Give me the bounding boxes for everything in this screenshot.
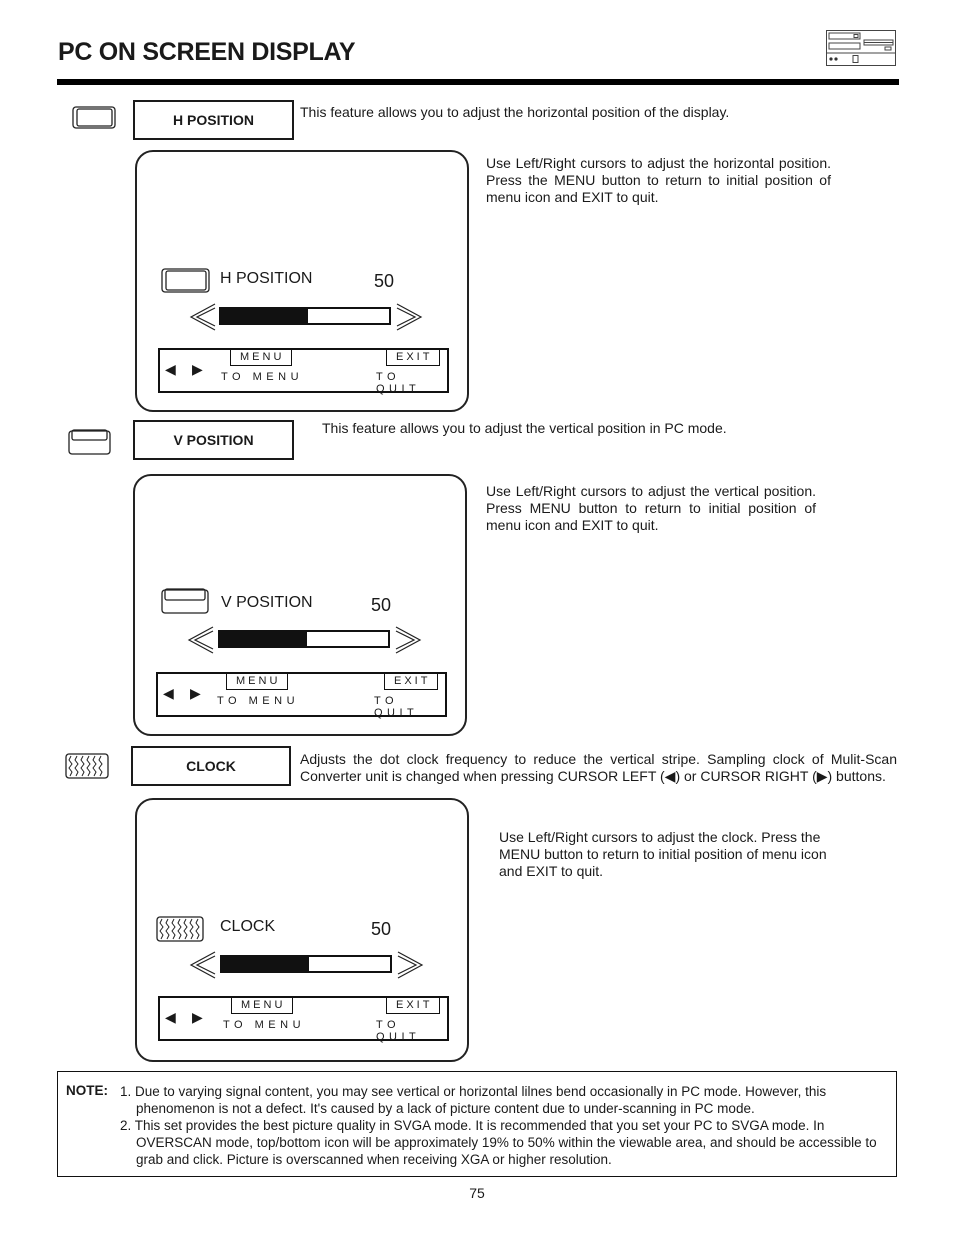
exit-hint: TO QUIT	[376, 371, 421, 395]
clock-icon	[156, 916, 204, 942]
v-position-icon	[68, 429, 111, 455]
page-number: 75	[469, 1185, 485, 1201]
note-box: NOTE: 1. Due to varying signal content, …	[57, 1071, 897, 1177]
tv-screen-clock: CLOCK 50 ◀ ▶ MENU TO MENU EXIT TO QUIT	[135, 798, 469, 1062]
v-position-slider[interactable]	[218, 630, 390, 648]
increase-arrow-icon[interactable]	[394, 626, 424, 654]
menu-button[interactable]: MENU	[226, 673, 289, 690]
h-position-icon	[161, 268, 210, 293]
slider-fill	[220, 632, 308, 646]
osd-label: H POSITION	[220, 270, 313, 287]
clock-description: Adjusts the dot clock frequency to reduc…	[300, 751, 897, 784]
exit-button[interactable]: EXIT	[386, 997, 441, 1014]
increase-arrow-icon[interactable]	[395, 303, 425, 331]
osd-value: 50	[371, 595, 392, 615]
note-label: NOTE:	[66, 1083, 108, 1098]
h-position-instructions: Use Left/Right cursors to adjust the hor…	[486, 155, 831, 205]
h-position-icon	[72, 106, 116, 129]
page-title: PC ON SCREEN DISPLAY	[58, 38, 356, 66]
exit-button[interactable]: EXIT	[386, 349, 441, 366]
cursor-right-icon[interactable]: ▶	[192, 1009, 203, 1026]
menu-hint: TO MENU	[223, 1019, 306, 1031]
decrease-arrow-icon[interactable]	[187, 951, 217, 979]
menu-hint: TO MENU	[221, 371, 304, 383]
v-position-instructions: Use Left/Right cursors to adjust the ver…	[486, 483, 816, 533]
osd-value: 50	[371, 919, 392, 939]
h-position-slider[interactable]	[219, 307, 391, 325]
exit-hint: TO QUIT	[374, 695, 419, 719]
exit-hint: TO QUIT	[376, 1019, 421, 1043]
v-position-label-box: V POSITION	[133, 420, 294, 460]
note-item-1: 1. Due to varying signal content, you ma…	[120, 1084, 827, 1116]
pc-device-icon	[826, 30, 896, 66]
v-position-description: This feature allows you to adjust the ve…	[322, 420, 727, 436]
decrease-arrow-icon[interactable]	[185, 626, 215, 654]
menu-hint: TO MENU	[217, 695, 300, 707]
v-position-icon	[161, 588, 209, 614]
osd-nav-bar: ◀ ▶ MENU TO MENU EXIT TO QUIT	[156, 672, 447, 719]
note-item-2: 2. This set provides the best picture qu…	[120, 1118, 877, 1167]
h-position-label-box: H POSITION	[133, 100, 294, 140]
clock-icon	[65, 753, 109, 779]
osd-nav-bar: ◀ ▶ MENU TO MENU EXIT TO QUIT	[158, 348, 449, 395]
osd-value: 50	[374, 271, 395, 291]
clock-label-box: CLOCK	[131, 746, 291, 786]
slider-fill	[222, 957, 310, 971]
clock-slider[interactable]	[220, 955, 392, 973]
osd-label: CLOCK	[220, 918, 276, 935]
osd-nav-bar: ◀ ▶ MENU TO MENU EXIT TO QUIT	[158, 996, 449, 1043]
menu-button[interactable]: MENU	[230, 349, 293, 366]
tv-screen-h-position: H POSITION 50 ◀ ▶ MENU TO MENU EXIT TO Q…	[135, 150, 469, 412]
exit-button[interactable]: EXIT	[384, 673, 439, 690]
cursor-right-icon[interactable]: ▶	[190, 685, 201, 702]
title-rule	[57, 79, 899, 85]
cursor-left-icon[interactable]: ◀	[165, 1009, 176, 1026]
h-position-description: This feature allows you to adjust the ho…	[300, 104, 730, 120]
slider-fill	[221, 309, 309, 323]
cursor-right-icon[interactable]: ▶	[192, 361, 203, 378]
clock-instructions: Use Left/Right cursors to adjust the clo…	[499, 829, 827, 879]
menu-button[interactable]: MENU	[231, 997, 294, 1014]
osd-label: V POSITION	[221, 594, 313, 611]
increase-arrow-icon[interactable]	[396, 951, 426, 979]
decrease-arrow-icon[interactable]	[187, 303, 217, 331]
tv-screen-v-position: V POSITION 50 ◀ ▶ MENU TO MENU EXIT TO Q…	[133, 474, 467, 736]
cursor-left-icon[interactable]: ◀	[165, 361, 176, 378]
cursor-left-icon[interactable]: ◀	[163, 685, 174, 702]
